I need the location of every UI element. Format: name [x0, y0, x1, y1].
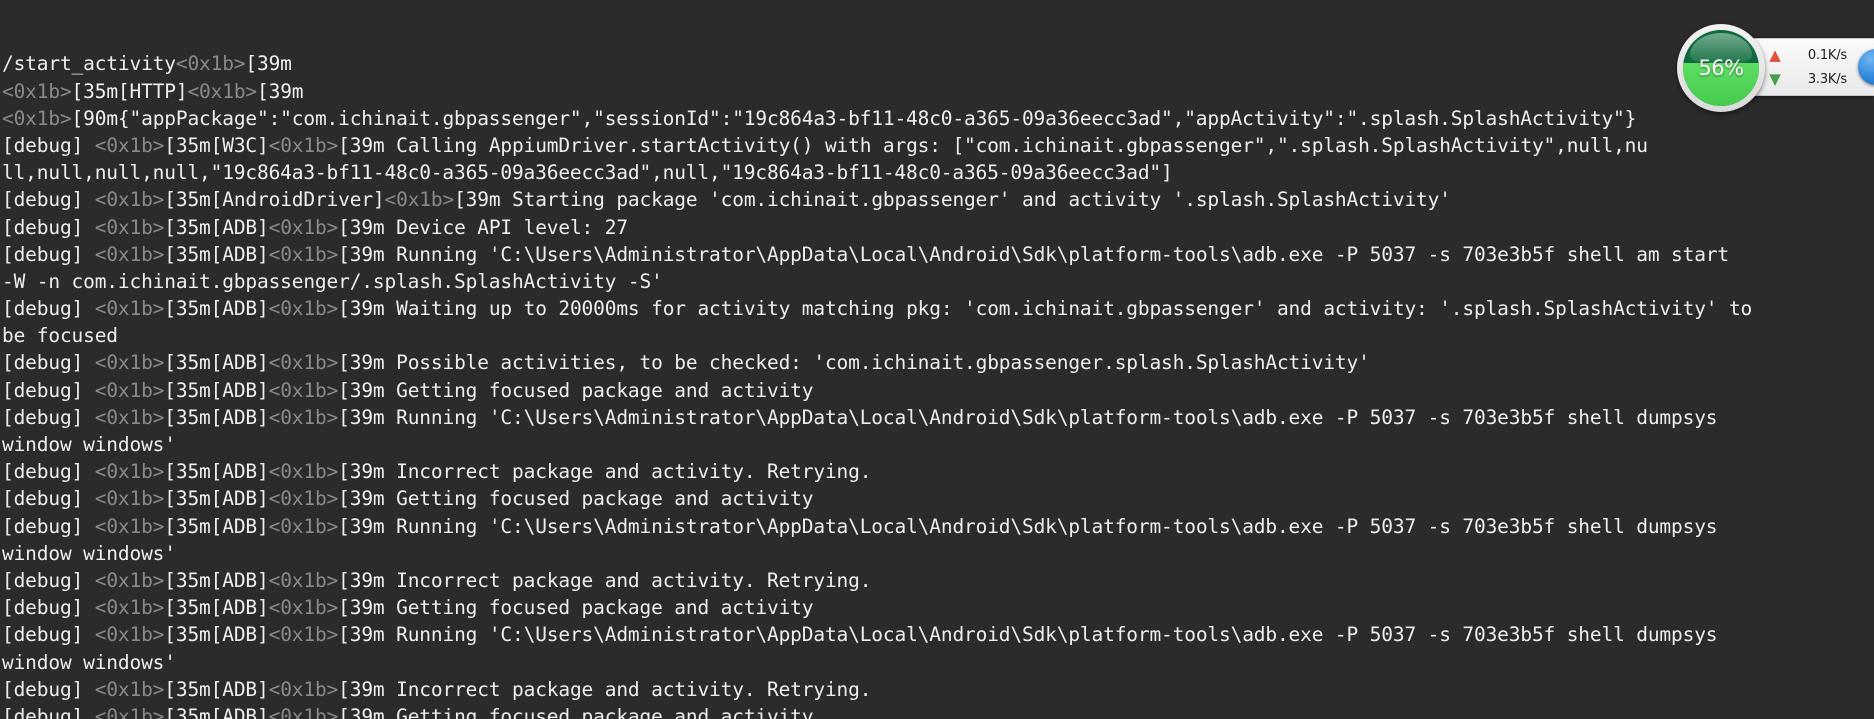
log-line: /start_activity<0x1b>[39m — [2, 52, 292, 76]
log-line: [debug] <0x1b>[35m[ADB]<0x1b>[39m Gettin… — [2, 704, 814, 719]
arrow-up-icon: ▲ — [1769, 45, 1781, 64]
log-line: [debug] <0x1b>[35m[ADB]<0x1b>[39m Runnin… — [2, 405, 1718, 429]
log-line: [debug] <0x1b>[35m[ADB]<0x1b>[39m Runnin… — [2, 242, 1729, 266]
log-line: -W -n com.ichinait.gbpassenger/.splash.S… — [2, 269, 663, 293]
log-line: [debug] <0x1b>[35m[ADB]<0x1b>[39m Runnin… — [2, 623, 1718, 647]
log-line: window windows' — [2, 650, 176, 674]
terminal-console[interactable]: /start_activity<0x1b>[39m <0x1b>[35m[HTTP… — [0, 0, 1874, 719]
log-line: [debug] <0x1b>[35m[ADB]<0x1b>[39m Runnin… — [2, 514, 1718, 538]
log-line: [debug] <0x1b>[35m[ADB]<0x1b>[39m Gettin… — [2, 378, 814, 402]
download-speed-row: ▼ 3.3K/s — [1767, 69, 1851, 90]
log-line: [debug] <0x1b>[35m[ADB]<0x1b>[39m Gettin… — [2, 596, 814, 620]
log-line: [debug] <0x1b>[35m[ADB]<0x1b>[39m Incorr… — [2, 460, 872, 484]
upload-speed-value: 0.1K/s — [1807, 47, 1847, 63]
log-line: <0x1b>[90m{"appPackage":"com.ichinait.gb… — [2, 106, 1637, 130]
log-line: [debug] <0x1b>[35m[ADB]<0x1b>[39m Incorr… — [2, 677, 872, 701]
cpu-gauge-dial: 56% — [1683, 30, 1759, 106]
log-line: window windows' — [2, 433, 176, 457]
download-speed-value: 3.3K/s — [1807, 71, 1847, 87]
log-line: [debug] <0x1b>[35m[ADB]<0x1b>[39m Device… — [2, 215, 628, 239]
cpu-usage-gauge[interactable]: 56% — [1677, 24, 1765, 112]
upload-speed-row: ▲ 0.1K/s — [1767, 45, 1851, 66]
log-line: [debug] <0x1b>[35m[W3C]<0x1b>[39m Callin… — [2, 133, 1648, 157]
log-line: be focused — [2, 324, 118, 348]
arrow-down-icon: ▼ — [1769, 69, 1781, 88]
network-speed-rows: ▲ 0.1K/s ▼ 3.3K/s — [1767, 45, 1851, 90]
log-line: ll,null,null,null,"19c864a3-bf11-48c0-a3… — [2, 161, 1173, 185]
cpu-percent-label: 56% — [1698, 56, 1744, 80]
system-monitor-widget[interactable]: 56% ▲ 0.1K/s ▼ 3.3K/s — [1677, 24, 1874, 112]
log-line: <0x1b>[35m[HTTP]<0x1b>[39m — [2, 79, 304, 103]
log-line: [debug] <0x1b>[35m[ADB]<0x1b>[39m Incorr… — [2, 568, 872, 592]
log-line: [debug] <0x1b>[35m[ADB]<0x1b>[39m Gettin… — [2, 487, 814, 511]
log-line: window windows' — [2, 541, 176, 565]
log-line: [debug] <0x1b>[35m[AndroidDriver]<0x1b>[… — [2, 188, 1451, 212]
log-line: [debug] <0x1b>[35m[ADB]<0x1b>[39m Possib… — [2, 351, 1370, 375]
log-output: /start_activity<0x1b>[39m <0x1b>[35m[HTTP… — [2, 50, 1874, 719]
log-line: [debug] <0x1b>[35m[ADB]<0x1b>[39m Waitin… — [2, 297, 1753, 321]
